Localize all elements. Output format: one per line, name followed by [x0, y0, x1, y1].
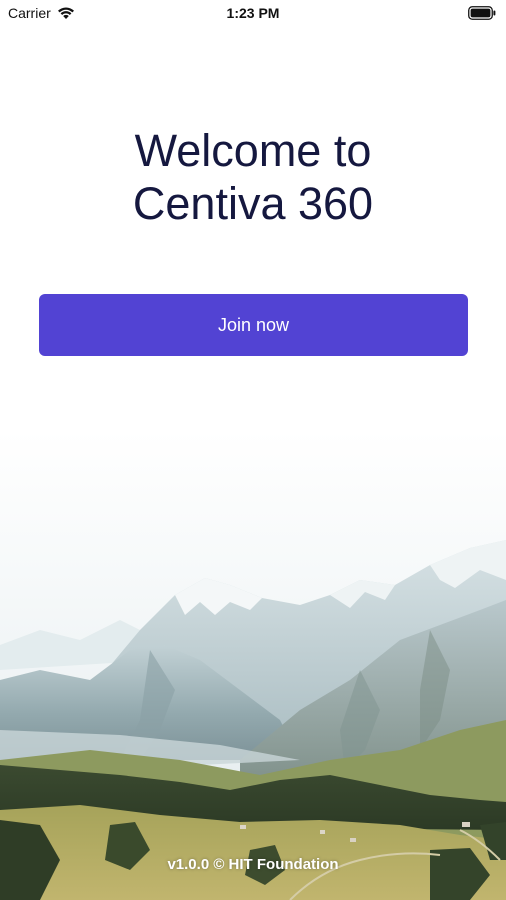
status-bar: Carrier 1:23 PM: [0, 0, 506, 26]
join-now-button[interactable]: Join now: [39, 294, 468, 356]
landscape-background-image: [0, 430, 506, 900]
welcome-title-line2: Centiva 360: [132, 178, 374, 229]
version-copyright-text: v1.0.0 © HIT Foundation: [167, 856, 339, 873]
battery-icon: [468, 6, 496, 20]
welcome-title-line1: Welcome to: [134, 125, 372, 176]
status-time: 1:23 PM: [226, 5, 280, 21]
welcome-title: Welcome to Centiva 360: [0, 124, 506, 230]
